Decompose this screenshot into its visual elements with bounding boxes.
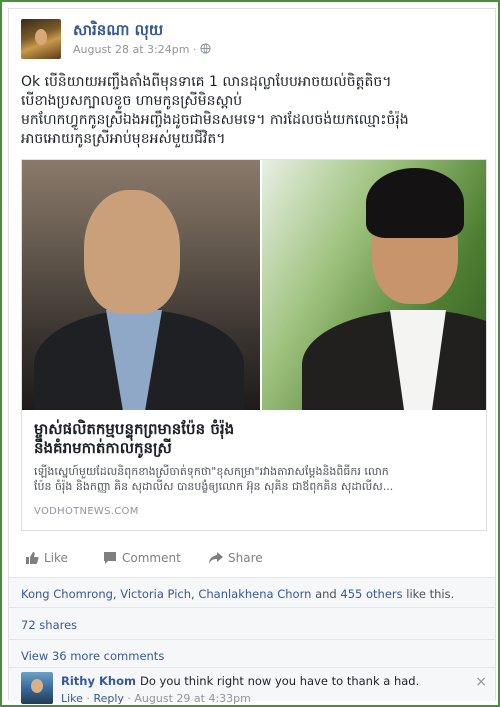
likes-summary: Kong Chomrong, Victoria Pich, Chanlakhen… <box>9 577 495 607</box>
shares-count[interactable]: 72 shares <box>9 607 495 639</box>
liker-name[interactable]: Kong Chomrong <box>21 587 113 601</box>
commenter-avatar[interactable] <box>21 672 53 704</box>
view-more-comments-link[interactable]: View 36 more comments <box>9 639 495 667</box>
share-label: Share <box>228 551 263 565</box>
post-text-line: Ok បើនិយាយអញ្ចឹងតាំងពីមុនទាគេ 1 លានដុល្ល… <box>21 74 392 90</box>
globe-icon <box>200 43 211 54</box>
link-preview-image[interactable] <box>22 160 486 410</box>
link-description: ឡើងស្នេហ៍មួយដែលនិពុកខាងស្រីចាត់ទុកថា"ខុស… <box>34 464 474 494</box>
shared-link-card[interactable]: ម្ចាស់ផលិតកម្មបន្ទុកព្រមានប៉ែន ចំរ៉ុង នឹ… <box>21 159 487 531</box>
post-header: សារិនណា លុយ August 28 at 3:24pm · <box>21 19 481 63</box>
comment-text: Do you think right now you have to thank… <box>139 674 420 688</box>
author-name[interactable]: សារិនណា លុយ <box>73 21 163 43</box>
link-description-line: ប៉ែន ចំរ៉ុង និងកញ្ញា គិន សុដាលីស បានបង្ខ… <box>34 480 394 493</box>
meta-separator: · <box>192 43 197 56</box>
like-icon <box>26 552 39 564</box>
link-domain: VODHOTNEWS.COM <box>34 506 139 517</box>
post-text: Ok បើនិយាយអញ្ចឹងតាំងពីមុនទាគេ 1 លានដុល្ល… <box>21 73 487 149</box>
author-avatar[interactable] <box>21 19 61 59</box>
comment-body: Rithy Khom Do you think right now you hav… <box>61 674 419 688</box>
photo-man-right <box>262 160 486 410</box>
commenter-name[interactable]: Rithy Khom <box>61 674 136 688</box>
post-text-line: មកហែកហ្វូកកូនស្រីឯងអញ្ចឹងដូចជាមិនសមទេ។ ក… <box>21 112 409 128</box>
photo-man-left <box>22 160 260 410</box>
comment-icon <box>104 552 116 564</box>
like-button[interactable]: Like <box>25 551 68 565</box>
likes-suffix: like this. <box>402 587 455 601</box>
screenshot-frame: សារិនណា លុយ August 28 at 3:24pm · Ok បើន… <box>0 0 500 707</box>
likes-others-link[interactable]: 455 others <box>340 587 402 601</box>
comment-label: Comment <box>122 551 181 565</box>
comment-meta-separator: · <box>82 692 94 705</box>
share-icon <box>209 552 223 564</box>
post-date[interactable]: August 28 at 3:24pm <box>73 43 189 56</box>
link-title-line: នឹងគំរាមកាត់កាលកូនស្រី <box>34 439 172 457</box>
link-details: ម្ចាស់ផលិតកម្មបន្ទុកព្រមានប៉ែន ចំរ៉ុង នឹ… <box>22 410 486 527</box>
link-description-line: ឡើងស្នេហ៍មួយដែលនិពុកខាងស្រីចាត់ទុកថា"ខុស… <box>34 465 389 478</box>
liker-name[interactable]: Victoria Pich <box>120 587 191 601</box>
close-icon[interactable]: × <box>475 674 487 690</box>
post-actions: Like Comment Share <box>21 547 487 573</box>
comment-item: Rithy Khom Do you think right now you hav… <box>9 667 495 705</box>
comment-button[interactable]: Comment <box>103 551 181 565</box>
liker-name[interactable]: Chanlakhena Chorn <box>198 587 311 601</box>
post-text-line: បើខាងប្រសក្បាលខូច ហាមកូនស្រីមិនស្តាប់ <box>21 93 243 109</box>
comment-like-link[interactable]: Like <box>61 692 83 705</box>
comment-date[interactable]: August 29 at 4:33pm <box>134 692 250 705</box>
comment-meta-separator: · <box>123 692 135 705</box>
comment-meta: Like · Reply · August 29 at 4:33pm <box>61 692 251 705</box>
photo-right-hair <box>366 168 464 238</box>
comment-reply-link[interactable]: Reply <box>93 692 123 705</box>
like-label: Like <box>44 551 68 565</box>
link-title-line: ម្ចាស់ផលិតកម្មបន្ទុកព្រមានប៉ែន ចំរ៉ុង <box>34 420 235 438</box>
photo-left-face <box>84 190 180 314</box>
post-meta: August 28 at 3:24pm · <box>73 43 211 56</box>
likes-and: and <box>311 587 341 601</box>
share-button[interactable]: Share <box>209 551 263 565</box>
post-text-line: អាចអោយកូនស្រីអាប់មុខអស់មួយជីវិត។ <box>21 131 226 147</box>
link-title[interactable]: ម្ចាស់ផលិតកម្មបន្ទុកព្រមានប៉ែន ចំរ៉ុង នឹ… <box>34 420 474 458</box>
post-card: សារិនណា លុយ August 28 at 3:24pm · Ok បើន… <box>8 8 496 705</box>
